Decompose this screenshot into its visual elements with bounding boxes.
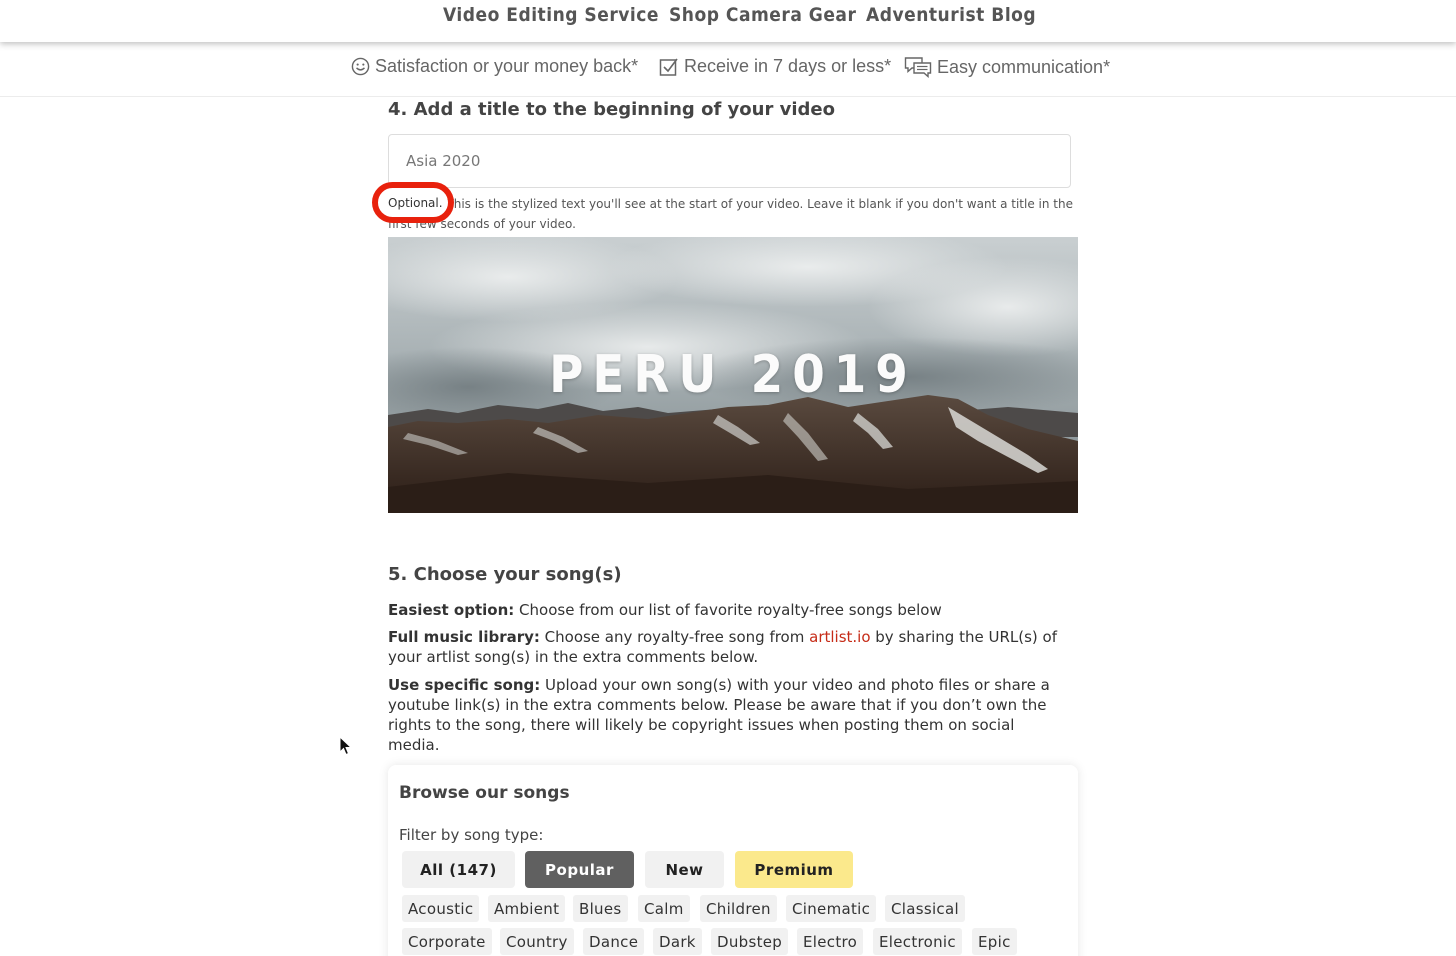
genre-tag-acoustic[interactable]: Acoustic [402, 895, 480, 922]
easiest-option-label: Easiest option: [388, 601, 515, 619]
top-navigation: Video Editing Service Shop Camera Gear A… [0, 0, 1456, 42]
nav-shop-camera-gear[interactable]: Shop Camera Gear [669, 4, 856, 26]
checkbox-icon [659, 58, 678, 76]
browse-songs-title: Browse our songs [399, 783, 570, 803]
filter-new-button[interactable]: New [645, 851, 724, 888]
artlist-link[interactable]: artlist.io [809, 628, 870, 646]
genre-tag-corporate[interactable]: Corporate [402, 928, 492, 955]
genre-tag-dark[interactable]: Dark [653, 928, 702, 955]
optional-label: Optional. [388, 196, 443, 210]
section-5-title: 5. Choose your song(s) [388, 564, 622, 585]
guarantee-communication: Easy communication* [904, 56, 1110, 78]
genre-tag-country[interactable]: Country [500, 928, 574, 955]
genre-tag-blues[interactable]: Blues [573, 895, 628, 922]
specific-song-paragraph: Use specific song: Upload your own song(… [388, 675, 1068, 755]
specific-song-label: Use specific song: [388, 676, 541, 694]
genre-tag-ambient[interactable]: Ambient [488, 895, 566, 922]
smiley-icon [351, 57, 370, 76]
genre-tag-calm[interactable]: Calm [638, 895, 690, 922]
helper-text: This is the stylized text you'll see at … [388, 197, 1073, 231]
filter-popular-button[interactable]: Popular [525, 851, 634, 888]
guarantee-communication-text: Easy communication* [937, 56, 1111, 77]
nav-adventurist-blog[interactable]: Adventurist Blog [866, 4, 1036, 26]
guarantee-satisfaction-text: Satisfaction or your money back* [375, 56, 639, 76]
full-library-paragraph: Full music library: Choose any royalty-f… [388, 627, 1068, 667]
genre-tag-classical[interactable]: Classical [885, 895, 965, 922]
title-preview-image: PERU 2019 [388, 237, 1078, 513]
title-helper-text: Optional. This is the stylized text you'… [388, 194, 1078, 234]
guarantee-satisfaction: Satisfaction or your money back* [351, 56, 638, 77]
genre-tag-children[interactable]: Children [700, 895, 777, 922]
mouse-cursor-icon [339, 736, 353, 756]
page: Video Editing Service Shop Camera Gear A… [0, 0, 1456, 956]
video-title-input[interactable] [388, 134, 1071, 188]
filter-label: Filter by song type: [399, 826, 544, 844]
full-library-label: Full music library: [388, 628, 540, 646]
chat-bubbles-icon [904, 57, 932, 78]
filter-premium-button[interactable]: Premium [735, 851, 853, 888]
genre-tag-dubstep[interactable]: Dubstep [711, 928, 789, 955]
full-library-text-before: Choose any royalty-free song from [539, 628, 810, 646]
easiest-option-text: Choose from our list of favorite royalty… [514, 601, 942, 619]
guarantees-bar: Satisfaction or your money back* Receive… [0, 42, 1456, 97]
preview-title-text: PERU 2019 [549, 345, 917, 405]
browse-songs-card: Browse our songs Filter by song type: Al… [388, 765, 1078, 956]
guarantee-delivery: Receive in 7 days or less* [659, 56, 891, 77]
filter-all-button[interactable]: All (147) [402, 851, 515, 888]
nav-video-editing-service[interactable]: Video Editing Service [443, 4, 659, 26]
genre-tag-electronic[interactable]: Electronic [873, 928, 962, 955]
genre-tag-dance[interactable]: Dance [583, 928, 645, 955]
genre-tag-electro[interactable]: Electro [797, 928, 864, 955]
guarantee-delivery-text: Receive in 7 days or less* [684, 56, 892, 76]
genre-tag-cinematic[interactable]: Cinematic [786, 895, 877, 922]
easiest-option-paragraph: Easiest option: Choose from our list of … [388, 600, 1068, 620]
section-4-title: 4. Add a title to the beginning of your … [388, 99, 835, 120]
genre-tag-epic[interactable]: Epic [972, 928, 1017, 955]
